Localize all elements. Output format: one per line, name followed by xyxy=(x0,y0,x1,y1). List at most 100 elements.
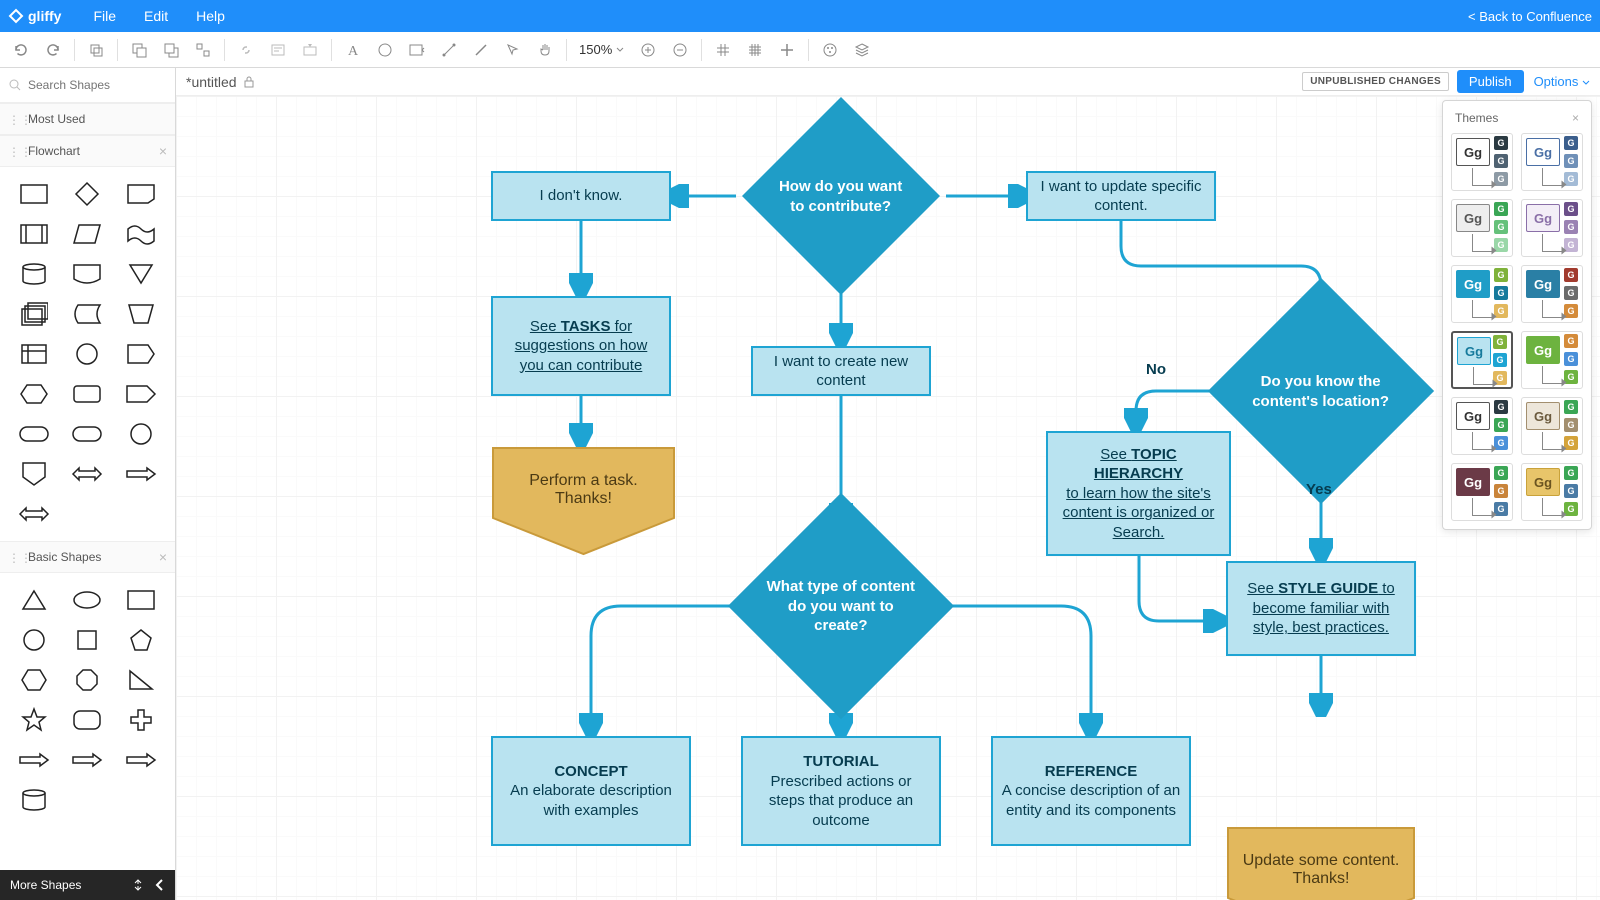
close-icon[interactable]: × xyxy=(1572,111,1579,125)
close-icon[interactable]: × xyxy=(159,143,167,159)
shape-right-triangle[interactable] xyxy=(117,663,165,697)
publish-button[interactable]: Publish xyxy=(1457,70,1524,93)
shape-rectangle[interactable] xyxy=(10,177,58,211)
shape-stack[interactable] xyxy=(10,297,58,331)
send-back-button[interactable] xyxy=(156,35,186,65)
bring-front-button[interactable] xyxy=(124,35,154,65)
section-flowchart[interactable]: ⋮⋮ Flowchart × xyxy=(0,135,175,167)
decision-content-type[interactable]: What type of content do you want to crea… xyxy=(728,493,954,719)
shape-arrow-r4[interactable] xyxy=(117,743,165,777)
search-shapes-input[interactable] xyxy=(6,74,169,96)
shape-hexagon[interactable] xyxy=(10,377,58,411)
theme-tile[interactable]: Gg G G G xyxy=(1521,265,1583,323)
shape-arrow-r2[interactable] xyxy=(10,743,58,777)
theme-tile[interactable]: Gg G G G xyxy=(1521,133,1583,191)
section-most-used[interactable]: ⋮⋮ Most Used xyxy=(0,103,175,135)
box-update-specific[interactable]: I want to update specific content. xyxy=(1026,171,1216,221)
group-button[interactable] xyxy=(188,35,218,65)
shape-pentagon[interactable] xyxy=(117,623,165,657)
undo-button[interactable] xyxy=(6,35,36,65)
shape-octagon[interactable] xyxy=(64,663,112,697)
terminal-update-content[interactable]: Update some content. Thanks! xyxy=(1226,826,1416,900)
text-tool-button[interactable]: A xyxy=(338,35,368,65)
zoom-level[interactable]: 150% xyxy=(573,42,631,57)
rect-tool-button[interactable] xyxy=(402,35,432,65)
connector-tool-button[interactable] xyxy=(434,35,464,65)
box-tasks[interactable]: See TASKS for suggestions on how you can… xyxy=(491,296,671,396)
pointer-tool-button[interactable] xyxy=(498,35,528,65)
copy-button[interactable] xyxy=(81,35,111,65)
zoom-out-button[interactable] xyxy=(665,35,695,65)
close-icon[interactable]: × xyxy=(159,549,167,565)
box-create-new[interactable]: I want to create new content xyxy=(751,346,931,396)
shape-parallelogram[interactable] xyxy=(64,217,112,251)
guides-button[interactable] xyxy=(772,35,802,65)
theme-tile[interactable]: Gg G G G xyxy=(1451,463,1513,521)
theme-tile[interactable]: Gg G G G xyxy=(1521,397,1583,455)
shape-wave[interactable] xyxy=(117,217,165,251)
shape-card[interactable] xyxy=(117,177,165,211)
shape-square[interactable] xyxy=(64,623,112,657)
section-basic-shapes[interactable]: ⋮⋮ Basic Shapes × xyxy=(0,541,175,573)
shape-terminator[interactable] xyxy=(10,417,58,451)
shape-shield[interactable] xyxy=(10,457,58,491)
shape-cylinder2[interactable] xyxy=(10,783,58,817)
box-topic-hierarchy[interactable]: See TOPIC HIERARCHY to learn how the sit… xyxy=(1046,431,1231,556)
shape-hexagon2[interactable] xyxy=(10,663,58,697)
document-title[interactable]: *untitled xyxy=(186,74,237,90)
menu-file[interactable]: File xyxy=(79,8,130,24)
box-dont-know[interactable]: I don't know. xyxy=(491,171,671,221)
theme-tile[interactable]: Gg G G G xyxy=(1451,265,1513,323)
shape-internal-storage[interactable] xyxy=(10,337,58,371)
shape-display[interactable] xyxy=(64,257,112,291)
shape-rect2[interactable] xyxy=(117,583,165,617)
shape-arrow-r3[interactable] xyxy=(64,743,112,777)
layers-button[interactable] xyxy=(847,35,877,65)
grid-button[interactable] xyxy=(708,35,738,65)
theme-tile[interactable]: Gg G G G xyxy=(1521,463,1583,521)
box-tutorial[interactable]: TUTORIAL Prescribed actions or steps tha… xyxy=(741,736,941,846)
shape-connector-circle[interactable] xyxy=(64,337,112,371)
theme-tile[interactable]: Gg G G G xyxy=(1521,331,1583,389)
link-button[interactable] xyxy=(231,35,261,65)
shape-cylinder[interactable] xyxy=(10,257,58,291)
menu-help[interactable]: Help xyxy=(182,8,239,24)
shape-triangle-down[interactable] xyxy=(117,257,165,291)
shape-arrow-lr2[interactable] xyxy=(10,497,58,531)
shape-rounded-rect[interactable] xyxy=(64,377,112,411)
box-style-guide[interactable]: See STYLE GUIDE to become familiar with … xyxy=(1226,561,1416,656)
decision-how-contribute[interactable]: How do you want to contribute? xyxy=(742,97,940,295)
shape-offpage[interactable] xyxy=(117,337,165,371)
shape-predefined[interactable] xyxy=(10,217,58,251)
shape-arrow-left-right[interactable] xyxy=(64,457,112,491)
redo-button[interactable] xyxy=(38,35,68,65)
snap-button[interactable] xyxy=(740,35,770,65)
theme-tile[interactable]: Gg G G G xyxy=(1451,331,1513,389)
menu-edit[interactable]: Edit xyxy=(130,8,182,24)
shape-triangle[interactable] xyxy=(10,583,58,617)
shape-pill[interactable] xyxy=(64,417,112,451)
line-tool-button[interactable] xyxy=(466,35,496,65)
zoom-in-button[interactable] xyxy=(633,35,663,65)
more-shapes-button[interactable]: More Shapes xyxy=(0,870,175,900)
shape-stored-data[interactable] xyxy=(64,297,112,331)
theme-tile[interactable]: Gg G G G xyxy=(1521,199,1583,257)
back-to-confluence-link[interactable]: < Back to Confluence xyxy=(1468,9,1592,24)
shape-ellipse[interactable] xyxy=(64,583,112,617)
shape-manual-op[interactable] xyxy=(117,297,165,331)
shape-circle3[interactable] xyxy=(10,623,58,657)
shape-diamond[interactable] xyxy=(64,177,112,211)
canvas[interactable]: How do you want to contribute? I don't k… xyxy=(176,96,1600,900)
options-button[interactable]: Options xyxy=(1534,74,1590,89)
pan-tool-button[interactable] xyxy=(530,35,560,65)
shape-star[interactable] xyxy=(10,703,58,737)
theme-tile[interactable]: Gg G G G xyxy=(1451,133,1513,191)
shape-plus[interactable] xyxy=(117,703,165,737)
note-button[interactable] xyxy=(263,35,293,65)
shape-circle2[interactable] xyxy=(117,417,165,451)
terminal-perform-task[interactable]: Perform a task. Thanks! xyxy=(491,446,676,556)
decision-know-location[interactable]: Do you know the content's location? xyxy=(1208,278,1434,504)
popup-button[interactable] xyxy=(295,35,325,65)
shape-rounded2[interactable] xyxy=(64,703,112,737)
circle-tool-button[interactable] xyxy=(370,35,400,65)
